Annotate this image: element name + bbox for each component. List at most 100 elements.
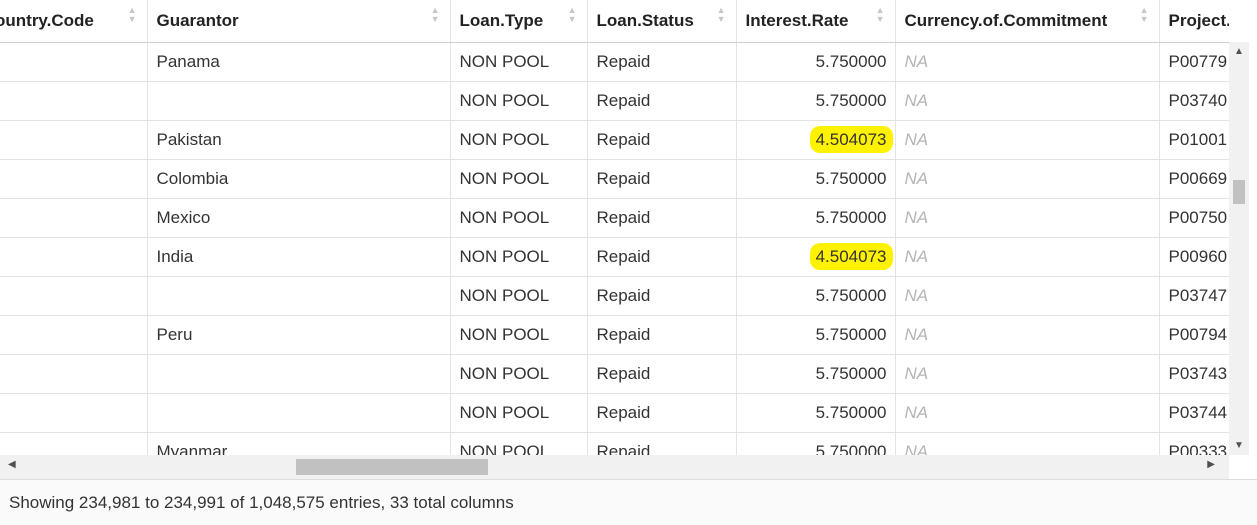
cell-loan-status[interactable]: Repaid — [587, 237, 737, 277]
table-row[interactable]: Panama NON POOL Repaid 5.750000 NA P00779 — [0, 42, 1229, 82]
cell-loan-status[interactable]: Repaid — [587, 198, 737, 238]
table-row[interactable]: Myanmar NON POOL Repaid 5.750000 NA P00333 — [0, 432, 1229, 455]
cell-country-code[interactable] — [0, 159, 148, 199]
sort-arrows-icon[interactable]: ▲ ▼ — [876, 6, 885, 24]
cell-project-id[interactable]: P03740 — [1159, 81, 1229, 121]
cell-project-id[interactable]: P00779 — [1159, 42, 1229, 82]
column-header[interactable]: Project.ID — [1159, 0, 1229, 43]
cell-country-code[interactable] — [0, 432, 148, 455]
column-header[interactable]: Interest.Rate ▲ ▼ — [736, 0, 896, 43]
cell-currency[interactable]: NA — [895, 237, 1160, 277]
cell-guarantor[interactable] — [147, 354, 451, 394]
cell-loan-status[interactable]: Repaid — [587, 432, 737, 455]
cell-currency[interactable]: NA — [895, 42, 1160, 82]
cell-interest-rate[interactable]: 5.750000 — [736, 276, 896, 316]
cell-country-code[interactable] — [0, 315, 148, 355]
vertical-scrollbar[interactable]: ▲ ▼ — [1229, 42, 1249, 455]
cell-country-code[interactable] — [0, 237, 148, 277]
cell-loan-type[interactable]: NON POOL — [450, 42, 588, 82]
cell-loan-status[interactable]: Repaid — [587, 354, 737, 394]
cell-loan-type[interactable]: NON POOL — [450, 81, 588, 121]
cell-country-code[interactable] — [0, 354, 148, 394]
cell-interest-rate[interactable]: 5.750000 — [736, 81, 896, 121]
table-row[interactable]: Mexico NON POOL Repaid 5.750000 NA P00750 — [0, 198, 1229, 238]
table-row[interactable]: NON POOL Repaid 5.750000 NA P03744 — [0, 393, 1229, 433]
cell-guarantor[interactable]: Mexico — [147, 198, 451, 238]
table-row[interactable]: Pakistan NON POOL Repaid 4.504073 NA P01001 — [0, 120, 1229, 160]
cell-guarantor[interactable]: Colombia — [147, 159, 451, 199]
cell-country-code[interactable] — [0, 276, 148, 316]
arrow-down-icon[interactable]: ▼ — [1229, 440, 1249, 451]
cell-interest-rate[interactable]: 5.750000 — [736, 432, 896, 455]
table-row[interactable]: NON POOL Repaid 5.750000 NA P03743 — [0, 354, 1229, 394]
cell-loan-type[interactable]: NON POOL — [450, 315, 588, 355]
cell-interest-rate[interactable]: 5.750000 — [736, 198, 896, 238]
cell-project-id[interactable]: P00669 — [1159, 159, 1229, 199]
cell-guarantor[interactable] — [147, 393, 451, 433]
cell-loan-status[interactable]: Repaid — [587, 393, 737, 433]
cell-guarantor[interactable]: Panama — [147, 42, 451, 82]
cell-loan-type[interactable]: NON POOL — [450, 276, 588, 316]
sort-arrows-icon[interactable]: ▲ ▼ — [431, 6, 440, 24]
cell-loan-type[interactable]: NON POOL — [450, 237, 588, 277]
cell-project-id[interactable]: P03747 — [1159, 276, 1229, 316]
sort-arrows-icon[interactable]: ▲ ▼ — [128, 6, 137, 24]
cell-interest-rate[interactable]: 5.750000 — [736, 42, 896, 82]
sort-arrows-icon[interactable]: ▲ ▼ — [717, 6, 726, 24]
cell-project-id[interactable]: P03744 — [1159, 393, 1229, 433]
cell-guarantor[interactable]: Pakistan — [147, 120, 451, 160]
cell-interest-rate[interactable]: 5.750000 — [736, 159, 896, 199]
arrow-right-icon[interactable]: ▶ — [1207, 459, 1215, 470]
horizontal-scrollbar[interactable]: ◀ ▶ — [0, 455, 1229, 479]
cell-loan-type[interactable]: NON POOL — [450, 198, 588, 238]
table-row[interactable]: NON POOL Repaid 5.750000 NA P03740 — [0, 81, 1229, 121]
cell-project-id[interactable]: P00750 — [1159, 198, 1229, 238]
cell-currency[interactable]: NA — [895, 120, 1160, 160]
cell-loan-status[interactable]: Repaid — [587, 315, 737, 355]
cell-project-id[interactable]: P00794 — [1159, 315, 1229, 355]
column-header[interactable]: Guarantor ▲ ▼ — [147, 0, 451, 43]
cell-currency[interactable]: NA — [895, 81, 1160, 121]
cell-interest-rate[interactable]: 4.504073 — [736, 237, 896, 277]
cell-guarantor[interactable] — [147, 81, 451, 121]
cell-guarantor[interactable] — [147, 276, 451, 316]
cell-country-code[interactable] — [0, 81, 148, 121]
cell-country-code[interactable] — [0, 198, 148, 238]
cell-guarantor[interactable]: Peru — [147, 315, 451, 355]
cell-currency[interactable]: NA — [895, 159, 1160, 199]
table-row[interactable]: Colombia NON POOL Repaid 5.750000 NA P00669 — [0, 159, 1229, 199]
cell-loan-status[interactable]: Repaid — [587, 159, 737, 199]
cell-guarantor[interactable]: Myanmar — [147, 432, 451, 455]
cell-interest-rate[interactable]: 5.750000 — [736, 354, 896, 394]
column-header[interactable]: Loan.Status ▲ ▼ — [587, 0, 737, 43]
arrow-left-icon[interactable]: ◀ — [8, 459, 16, 470]
cell-loan-type[interactable]: NON POOL — [450, 159, 588, 199]
cell-currency[interactable]: NA — [895, 315, 1160, 355]
cell-loan-type[interactable]: NON POOL — [450, 393, 588, 433]
cell-project-id[interactable]: P01001 — [1159, 120, 1229, 160]
vertical-scroll-thumb[interactable] — [1233, 180, 1245, 204]
cell-currency[interactable]: NA — [895, 198, 1160, 238]
cell-loan-status[interactable]: Repaid — [587, 42, 737, 82]
cell-country-code[interactable] — [0, 393, 148, 433]
cell-country-code[interactable] — [0, 120, 148, 160]
cell-country-code[interactable] — [0, 42, 148, 82]
horizontal-scroll-thumb[interactable] — [296, 459, 488, 475]
cell-loan-type[interactable]: NON POOL — [450, 120, 588, 160]
cell-interest-rate[interactable]: 4.504073 — [736, 120, 896, 160]
cell-loan-status[interactable]: Repaid — [587, 81, 737, 121]
cell-currency[interactable]: NA — [895, 432, 1160, 455]
table-row[interactable]: India NON POOL Repaid 4.504073 NA P00960 — [0, 237, 1229, 277]
cell-project-id[interactable]: P00960 — [1159, 237, 1229, 277]
cell-interest-rate[interactable]: 5.750000 — [736, 315, 896, 355]
cell-currency[interactable]: NA — [895, 354, 1160, 394]
column-header[interactable]: Currency.of.Commitment ▲ ▼ — [895, 0, 1160, 43]
cell-loan-status[interactable]: Repaid — [587, 120, 737, 160]
column-header[interactable]: ountry.Code ▲ ▼ — [0, 0, 148, 43]
cell-guarantor[interactable]: India — [147, 237, 451, 277]
table-row[interactable]: NON POOL Repaid 5.750000 NA P03747 — [0, 276, 1229, 316]
column-header[interactable]: Loan.Type ▲ ▼ — [450, 0, 588, 43]
cell-loan-type[interactable]: NON POOL — [450, 354, 588, 394]
cell-currency[interactable]: NA — [895, 276, 1160, 316]
cell-project-id[interactable]: P03743 — [1159, 354, 1229, 394]
